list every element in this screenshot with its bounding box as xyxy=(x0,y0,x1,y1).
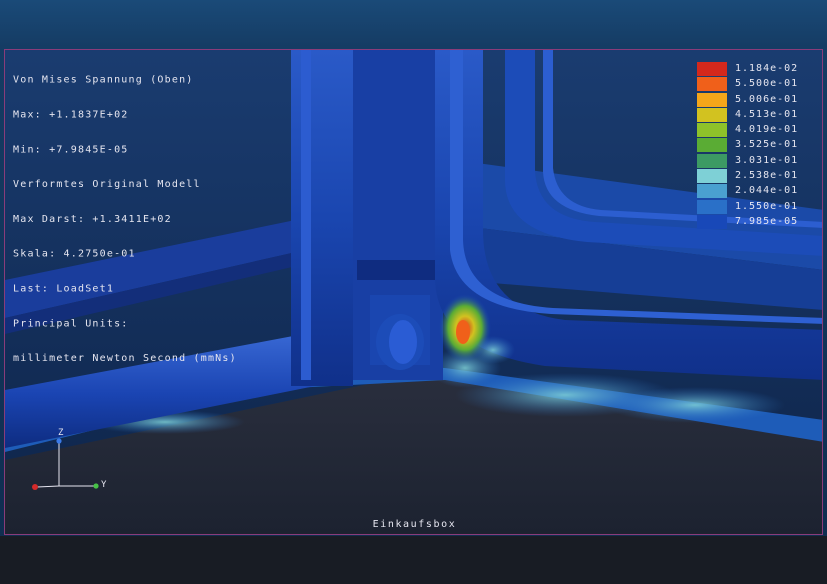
legend-label: 1.550e-01 xyxy=(735,200,799,212)
legend-swatch xyxy=(697,199,727,214)
legend-row: 4.019e-01 xyxy=(695,122,819,138)
z-axis-marker xyxy=(56,438,62,444)
legend-row: 5.500e-01 xyxy=(695,76,819,92)
info-line-min: Min: +7.9845E-05 xyxy=(13,144,129,156)
axis-triad-icon: Z Y xyxy=(29,426,119,496)
legend-row: 7.985e-05 xyxy=(695,214,819,229)
x-axis-marker xyxy=(32,484,38,490)
info-line-max-display: Max Darst: +1.3411E+02 xyxy=(13,214,172,225)
legend-label: 5.500e-01 xyxy=(735,78,799,90)
legend-label: 3.525e-01 xyxy=(735,139,799,151)
legend-row: 3.031e-01 xyxy=(695,153,819,168)
color-legend: 1.184e-02 5.500e-01 5.006e-01 4.513e-01 … xyxy=(695,61,819,229)
info-line-max: Max: +1.1837E+02 xyxy=(13,109,129,121)
legend-swatch xyxy=(697,107,727,122)
legend-row: 1.184e-02 xyxy=(695,61,819,76)
info-line-deformed-model: Verformtes Original Modell xyxy=(13,179,201,190)
fem-viewer-window: Von Mises Spannung (Oben) Max: +1.1837E+… xyxy=(0,0,827,584)
y-axis-label: Y xyxy=(101,480,107,490)
legend-swatch xyxy=(697,62,727,76)
legend-label: 2.538e-01 xyxy=(735,170,799,182)
legend-swatch xyxy=(697,184,727,199)
info-line-units: millimeter Newton Second (mmNs) xyxy=(13,353,237,364)
info-line-scale: Skala: 4.2750e-01 xyxy=(13,249,136,260)
legend-swatch xyxy=(697,153,727,168)
y-axis-marker xyxy=(93,483,99,489)
result-info-block: Von Mises Spannung (Oben) Max: +1.1837E+… xyxy=(13,52,237,388)
legend-label: 3.031e-01 xyxy=(735,154,799,166)
legend-swatch xyxy=(697,169,727,184)
legend-row: 3.525e-01 xyxy=(695,137,819,153)
z-axis-label: Z xyxy=(58,428,64,438)
info-line-result-type: Von Mises Spannung (Oben) xyxy=(13,75,194,86)
legend-row: 2.044e-01 xyxy=(695,183,819,199)
legend-row: 5.006e-01 xyxy=(695,92,819,107)
legend-label: 1.184e-02 xyxy=(735,63,799,74)
legend-row: 1.550e-01 xyxy=(695,199,819,214)
legend-label: 4.513e-01 xyxy=(735,108,799,120)
legend-label: 4.019e-01 xyxy=(735,124,799,136)
legend-swatch xyxy=(697,92,727,107)
info-line-load: Last: LoadSet1 xyxy=(13,283,115,295)
legend-swatch xyxy=(697,214,727,229)
legend-row: 2.538e-01 xyxy=(695,168,819,184)
legend-swatch xyxy=(697,123,727,138)
legend-swatch xyxy=(697,138,727,153)
model-name-caption: Einkaufsbox xyxy=(372,519,457,530)
info-line-units-title: Principal Units: xyxy=(13,318,129,329)
legend-label: 5.006e-01 xyxy=(735,93,799,105)
status-bar xyxy=(0,536,827,584)
legend-row: 4.513e-01 xyxy=(695,107,819,122)
fem-viewport[interactable]: Von Mises Spannung (Oben) Max: +1.1837E+… xyxy=(4,49,823,535)
legend-swatch xyxy=(697,77,727,92)
legend-label: 2.044e-01 xyxy=(735,185,799,197)
legend-label: 7.985e-05 xyxy=(735,215,799,227)
